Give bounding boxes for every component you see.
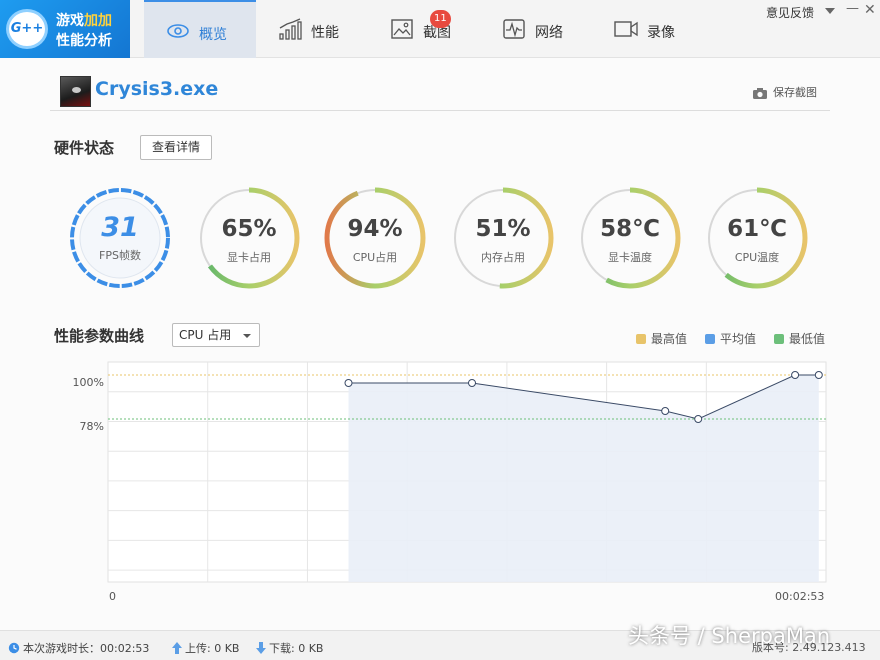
game-icon — [60, 76, 91, 107]
metric-select-value: CPU 占用 — [179, 328, 232, 342]
legend-label-min: 最低值 — [789, 332, 826, 346]
tab-label: 性能 — [311, 25, 339, 41]
logo-title-part-a: 游戏 — [56, 13, 84, 29]
download-text: 下载: 0 KB — [269, 642, 324, 655]
cpu-temp-gauge: 61℃ CPU温度 — [705, 186, 809, 290]
view-details-button[interactable]: 查看详情 — [140, 135, 212, 160]
legend-label-avg: 平均值 — [720, 332, 757, 346]
logo-title-line2: 性能分析 — [56, 33, 112, 49]
clock-icon — [8, 642, 20, 654]
curve-title: 性能参数曲线 — [54, 327, 145, 345]
chevron-down-icon — [243, 334, 251, 338]
gpu-usage-gauge: 65% 显卡占用 — [197, 186, 301, 290]
tab-overview[interactable]: 概览 — [144, 0, 256, 58]
gauge-value: 58℃ — [600, 216, 660, 242]
data-point — [791, 371, 800, 379]
hardware-title: 硬件状态 — [54, 139, 115, 157]
x-tick-end: 00:02:53 — [775, 590, 825, 603]
legend-min: 最低值 — [774, 330, 825, 347]
gpu-temp-gauge: 58℃ 显卡温度 — [578, 186, 682, 290]
fps-value: 31 — [101, 212, 139, 243]
minimize-icon[interactable]: — — [846, 2, 859, 16]
picture-icon — [391, 19, 413, 39]
gauge-label: CPU占用 — [352, 251, 398, 264]
legend-swatch-min — [774, 334, 784, 344]
gauge-value: 94% — [347, 216, 403, 242]
y-tick-max: 100% — [72, 376, 104, 389]
watermark: 头条号 / SherpaMan — [628, 624, 831, 648]
fps-label: FPS帧数 — [99, 249, 141, 262]
play-duration-text: 本次游戏时长：00:02:53 — [23, 642, 150, 655]
save-screenshot-button[interactable]: 保存截图 — [752, 84, 817, 100]
play-duration: 本次游戏时长：00:02:53 — [8, 640, 149, 656]
x-tick-start: 0 — [109, 590, 116, 603]
camera-icon — [753, 87, 767, 99]
legend-avg: 平均值 — [705, 330, 756, 347]
eye-icon — [167, 24, 189, 38]
memory-usage-gauge: 51% 内存占用 — [451, 186, 555, 290]
gauge-label: CPU温度 — [734, 251, 780, 264]
video-camera-icon — [614, 21, 638, 37]
tab-performance[interactable]: 性能 — [256, 0, 368, 58]
gauge-label: 内存占用 — [481, 251, 525, 264]
logo-title-line1: 游戏加加 — [56, 10, 112, 30]
data-point — [468, 379, 476, 387]
tab-network[interactable]: 网络 — [480, 0, 592, 58]
gauge-value: 65% — [221, 216, 277, 242]
arrow-down-icon — [256, 642, 266, 654]
series-area — [348, 375, 819, 582]
tab-label: 概览 — [199, 27, 227, 43]
upload-stat: 上传: 0 KB — [172, 640, 239, 656]
logo-title-part-b: 加加 — [84, 13, 112, 29]
feedback-link[interactable]: 意见反馈 — [766, 4, 814, 21]
top-bar: G++ 游戏加加 性能分析 概览 性能 截图 11 网络 录像 意见反馈 — ✕ — [0, 0, 880, 58]
legend-label-max: 最高值 — [651, 332, 688, 346]
data-point — [814, 371, 823, 379]
tab-label: 网络 — [535, 25, 563, 41]
gauge-value: 61℃ — [727, 216, 787, 242]
app-logo: G++ 游戏加加 性能分析 — [0, 0, 130, 58]
screenshot-count-badge: 11 — [430, 10, 451, 28]
data-point — [661, 407, 670, 415]
menu-dropdown-icon[interactable] — [825, 8, 835, 14]
y-tick-min: 78% — [79, 420, 104, 433]
close-icon[interactable]: ✕ — [864, 2, 876, 18]
tab-screenshots[interactable]: 截图 11 — [368, 0, 480, 58]
game-name: Crysis3.exe — [95, 78, 219, 100]
upload-text: 上传: 0 KB — [185, 642, 240, 655]
logo-badge: G++ — [6, 9, 48, 49]
tab-recording[interactable]: 录像 — [592, 0, 704, 58]
header-divider — [50, 110, 830, 111]
cpu-usage-gauge: 94% CPU占用 — [323, 186, 427, 290]
legend-max: 最高值 — [636, 330, 687, 347]
legend-swatch-avg — [705, 334, 715, 344]
arrow-up-icon — [172, 642, 182, 654]
download-stat: 下载: 0 KB — [256, 640, 323, 656]
legend-swatch-max — [636, 334, 646, 344]
save-screenshot-label: 保存截图 — [773, 86, 817, 99]
gauge-label: 显卡占用 — [227, 251, 271, 264]
performance-chart — [107, 361, 827, 583]
data-point — [694, 415, 703, 423]
data-point — [344, 379, 353, 387]
gauge-label: 显卡温度 — [608, 251, 652, 264]
tab-label: 录像 — [647, 25, 675, 41]
bar-chart-icon — [279, 18, 302, 40]
pulse-icon — [503, 19, 525, 39]
gauge-value: 51% — [475, 216, 531, 242]
metric-select[interactable]: CPU 占用 — [172, 323, 260, 347]
fps-gauge: 31 FPS帧数 — [68, 186, 172, 290]
